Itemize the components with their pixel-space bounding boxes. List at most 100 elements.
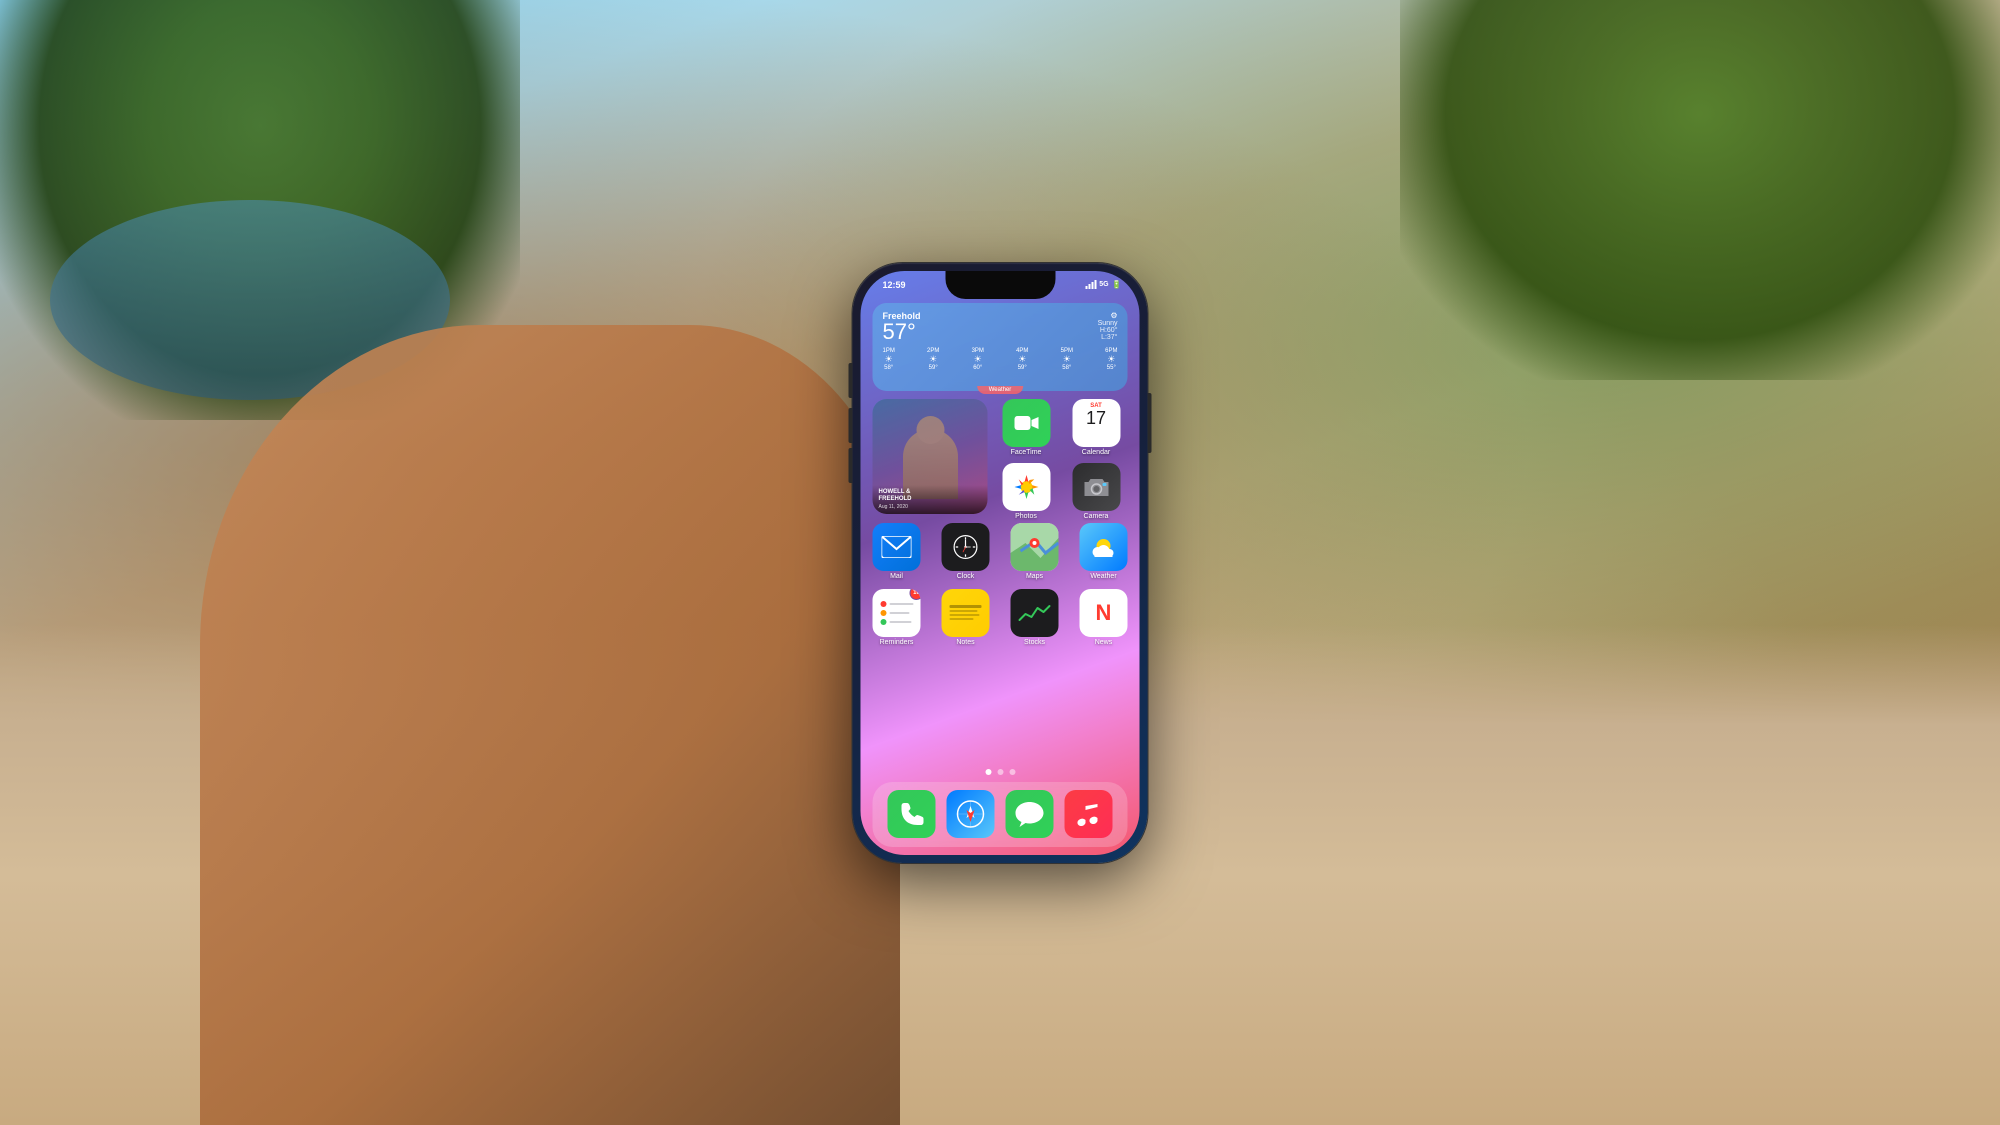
weather-hour-6: 6PM ☀ 55° xyxy=(1105,348,1117,371)
app-news[interactable]: N News xyxy=(1080,589,1128,646)
clock-icon xyxy=(942,523,990,571)
weather-temp: 57° xyxy=(883,321,921,343)
dock-music[interactable] xyxy=(1064,790,1112,838)
app-facetime[interactable]: FaceTime xyxy=(995,399,1058,456)
weather-sun-1: ☀ xyxy=(883,354,895,365)
app-stocks[interactable]: Stocks xyxy=(1011,589,1059,646)
weather-hour-1: 1PM ☀ 58° xyxy=(883,348,895,371)
safari-icon xyxy=(947,790,995,838)
app-row-1: Mail xyxy=(873,523,1128,580)
stocks-svg xyxy=(1018,602,1052,624)
app-calendar[interactable]: SAT 17 Calendar xyxy=(1065,399,1128,456)
app-photos[interactable]: Photos xyxy=(995,463,1058,520)
weather-hour-2: 2PM ☀ 59° xyxy=(927,348,939,371)
dot-1 xyxy=(985,769,991,775)
phone-body: 12:59 5G 🔋 Freehold 5 xyxy=(853,263,1148,863)
app-notes[interactable]: Notes xyxy=(942,589,990,646)
reminders-icon: 10 xyxy=(873,589,921,637)
dot-2 xyxy=(997,769,1003,775)
page-dots xyxy=(985,769,1015,775)
weather-hourly: 1PM ☀ 58° 2PM ☀ 59° 3PM ☀ 60° xyxy=(883,348,1118,371)
messages-svg xyxy=(1014,800,1044,828)
facetime-svg xyxy=(1013,410,1039,436)
maps-label: Maps xyxy=(1026,573,1043,580)
calendar-icon: SAT 17 xyxy=(1072,399,1120,447)
weather-left: Freehold 57° xyxy=(883,311,921,343)
signal-icon xyxy=(1085,280,1096,289)
phone-svg xyxy=(900,801,924,827)
weather-temp-1: 58° xyxy=(883,365,895,371)
signal-type: 5G xyxy=(1099,281,1108,288)
hand xyxy=(200,325,900,1125)
dock-safari[interactable] xyxy=(947,790,995,838)
dock-messages[interactable] xyxy=(1005,790,1053,838)
mail-label: Mail xyxy=(890,573,903,580)
weather-condition: Sunny xyxy=(1098,320,1118,327)
weather-sun-6: ☀ xyxy=(1105,354,1117,365)
app-maps[interactable]: Maps xyxy=(1011,523,1059,580)
calendar-day: 17 xyxy=(1086,409,1106,427)
weather-label: Weather xyxy=(977,386,1024,394)
app-mail[interactable]: Mail xyxy=(873,523,921,580)
weather-high: H:60° xyxy=(1098,327,1118,334)
app-camera[interactable]: Camera xyxy=(1065,463,1128,520)
weather-temp-6: 55° xyxy=(1105,365,1117,371)
status-icons: 5G 🔋 xyxy=(1085,280,1121,289)
status-time: 12:59 xyxy=(883,280,906,290)
weather-svg xyxy=(1089,534,1119,560)
weather-low: L:37° xyxy=(1098,334,1118,341)
photos-label: Photos xyxy=(1015,513,1037,520)
weather-right: ⚙ Sunny H:60° L:37° xyxy=(1098,311,1118,341)
reminders-badge: 10 xyxy=(910,589,921,600)
weather-temp-2: 59° xyxy=(927,365,939,371)
weather-gear-icon: ⚙ xyxy=(1098,311,1118,320)
weather-hour-3: 3PM ☀ 60° xyxy=(972,348,984,371)
camera-svg xyxy=(1082,475,1110,499)
trees-right xyxy=(1400,0,2000,380)
maps-icon xyxy=(1011,523,1059,571)
facetime-icon xyxy=(1002,399,1050,447)
photo-date: Aug 11, 2020 xyxy=(879,504,982,510)
phone-icon xyxy=(888,790,936,838)
reminders-label: Reminders xyxy=(880,639,914,646)
camera-icon xyxy=(1072,463,1120,511)
apps-grid-top: FaceTime SAT 17 Calendar xyxy=(995,399,1128,514)
reminders-lines xyxy=(876,595,917,631)
photo-widget[interactable]: HOWELL &FREEHOLD Aug 11, 2020 xyxy=(873,399,988,514)
app-reminders[interactable]: 10 Reminders xyxy=(873,589,921,646)
dot-3 xyxy=(1009,769,1015,775)
music-svg xyxy=(1075,800,1101,828)
app-weather[interactable]: Weather xyxy=(1080,523,1128,580)
battery-icon: 🔋 xyxy=(1112,280,1122,289)
weather-sun-3: ☀ xyxy=(972,354,984,365)
weather-top: Freehold 57° ⚙ Sunny H:60° L:37° xyxy=(883,311,1118,343)
stocks-label: Stocks xyxy=(1024,639,1045,646)
weather-sun-2: ☀ xyxy=(927,354,939,365)
weather-sun-4: ☀ xyxy=(1016,354,1028,365)
dock xyxy=(873,782,1128,847)
facetime-label: FaceTime xyxy=(1011,449,1042,456)
notch xyxy=(945,271,1055,299)
weather-icon xyxy=(1080,523,1128,571)
dock-phone[interactable] xyxy=(888,790,936,838)
mail-icon xyxy=(873,523,921,571)
maps-svg xyxy=(1011,523,1059,571)
mail-svg xyxy=(882,536,912,558)
news-icon: N xyxy=(1080,589,1128,637)
weather-hour-5: 5PM ☀ 58° xyxy=(1061,348,1073,371)
news-label: News xyxy=(1095,639,1113,646)
weather-widget[interactable]: Freehold 57° ⚙ Sunny H:60° L:37° 1PM ☀ 5… xyxy=(873,303,1128,391)
phone-screen: 12:59 5G 🔋 Freehold 5 xyxy=(861,271,1140,855)
calendar-label: Calendar xyxy=(1082,449,1110,456)
phone-wrapper: 12:59 5G 🔋 Freehold 5 xyxy=(853,263,1148,863)
notes-label: Notes xyxy=(956,639,974,646)
messages-icon xyxy=(1005,790,1053,838)
safari-svg xyxy=(955,798,987,830)
weather-sun-5: ☀ xyxy=(1061,354,1073,365)
stocks-icon xyxy=(1011,589,1059,637)
weather-temp-3: 60° xyxy=(972,365,984,371)
app-clock[interactable]: Clock xyxy=(942,523,990,580)
widgets-row: HOWELL &FREEHOLD Aug 11, 2020 xyxy=(873,399,1128,514)
weather-temp-5: 58° xyxy=(1061,365,1073,371)
photo-overlay: HOWELL &FREEHOLD Aug 11, 2020 xyxy=(873,485,988,513)
